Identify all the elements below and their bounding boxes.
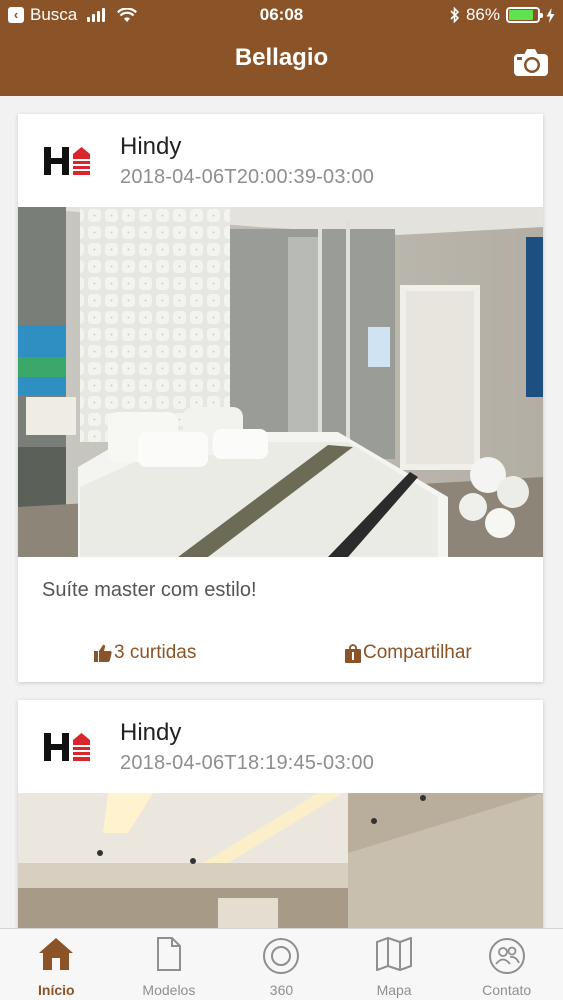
charging-icon bbox=[546, 7, 555, 23]
tab-label: Modelos bbox=[142, 982, 196, 998]
post-feed[interactable]: Hindy 2018-04-06T20:00:39-03:00 Suíte ma… bbox=[0, 96, 563, 928]
contacts-icon bbox=[488, 938, 525, 974]
tab-inicio[interactable]: Início bbox=[0, 929, 113, 1000]
tab-label: 360 bbox=[269, 982, 294, 998]
hindy-logo bbox=[44, 147, 90, 175]
camera-icon[interactable] bbox=[513, 47, 549, 77]
document-icon bbox=[156, 937, 181, 971]
tab-contato[interactable]: Contato bbox=[450, 929, 563, 1000]
share-button[interactable]: Compartilhar bbox=[345, 642, 472, 664]
battery-percent: 86% bbox=[465, 5, 500, 24]
post-author: Hindy bbox=[120, 133, 182, 160]
post-date: 2018-04-06T20:00:39-03:00 bbox=[120, 166, 375, 188]
tab-mapa[interactable]: Mapa bbox=[338, 929, 451, 1000]
app-header: ‹ Busca 06:08 86% Bellagio bbox=[0, 0, 563, 96]
status-right: 86% bbox=[450, 5, 555, 25]
post-caption: Suíte master com estilo! bbox=[42, 579, 257, 601]
bluetooth-icon bbox=[450, 7, 460, 23]
tab-bar: Início Modelos 360 Mapa Contato bbox=[0, 928, 563, 1000]
tab-modelos[interactable]: Modelos bbox=[113, 929, 226, 1000]
thumbs-up-icon bbox=[94, 644, 112, 662]
shopping-bag-icon bbox=[345, 643, 361, 663]
post-card: Hindy 2018-04-06T18:19:45-03:00 bbox=[18, 700, 543, 928]
like-count: 3 curtidas bbox=[114, 642, 197, 663]
like-button[interactable]: 3 curtidas bbox=[94, 642, 196, 664]
tab-label: Mapa bbox=[376, 982, 412, 998]
post-author: Hindy bbox=[120, 719, 182, 746]
hindy-logo bbox=[44, 733, 90, 761]
status-bar: ‹ Busca 06:08 86% bbox=[0, 0, 563, 32]
battery-fill bbox=[509, 10, 534, 20]
tab-label: Contato bbox=[482, 982, 532, 998]
post-date: 2018-04-06T18:19:45-03:00 bbox=[120, 752, 375, 774]
share-label: Compartilhar bbox=[363, 642, 472, 663]
tab-360[interactable]: 360 bbox=[225, 929, 338, 1000]
post-header: Hindy 2018-04-06T20:00:39-03:00 bbox=[18, 114, 543, 207]
tab-label: Início bbox=[38, 982, 75, 998]
target-icon bbox=[263, 938, 300, 974]
post-photo[interactable] bbox=[18, 207, 543, 557]
post-actions: 3 curtidas Compartilhar bbox=[18, 642, 543, 668]
page-title: Bellagio bbox=[234, 44, 329, 71]
battery-icon bbox=[506, 7, 543, 23]
post-header: Hindy 2018-04-06T18:19:45-03:00 bbox=[18, 700, 543, 793]
post-photo[interactable] bbox=[18, 793, 543, 928]
map-icon bbox=[376, 937, 413, 971]
post-card: Hindy 2018-04-06T20:00:39-03:00 Suíte ma… bbox=[18, 114, 543, 682]
home-icon bbox=[39, 938, 74, 970]
